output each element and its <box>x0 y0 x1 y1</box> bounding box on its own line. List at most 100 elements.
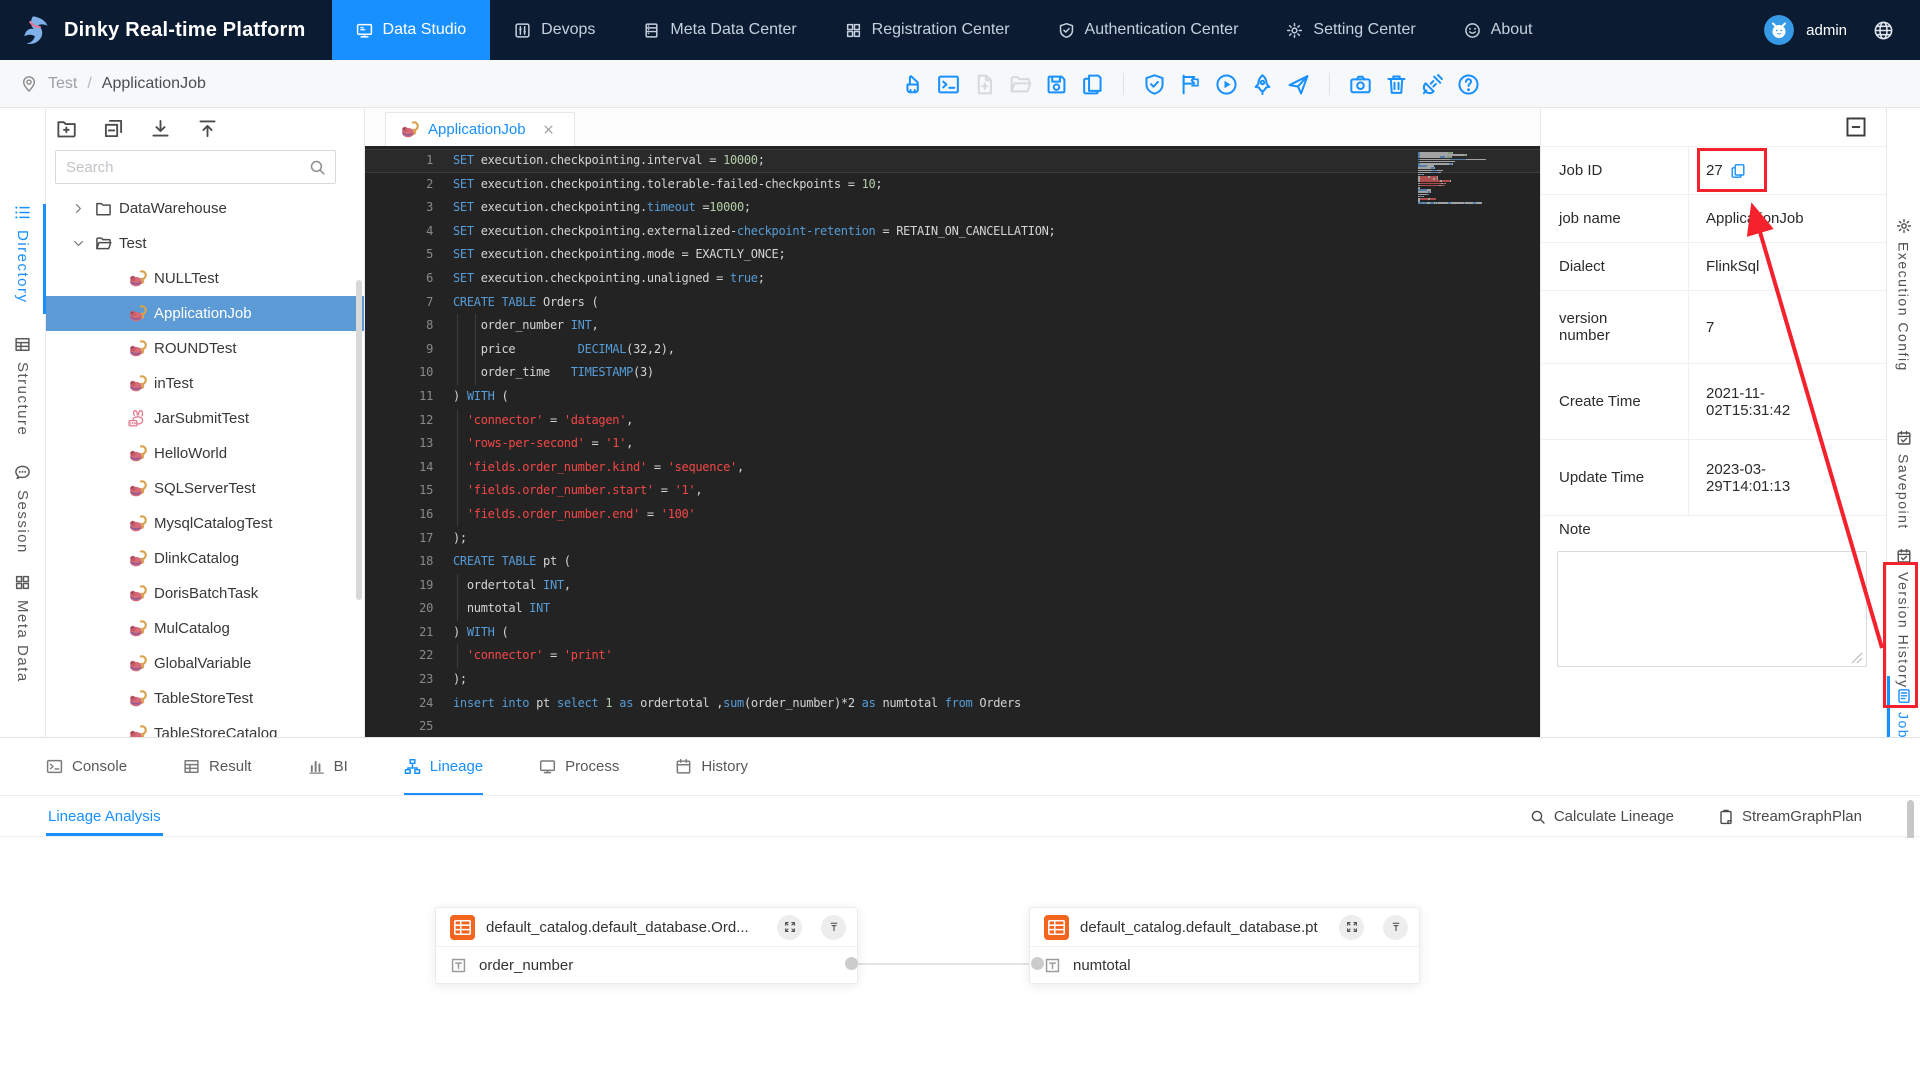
collapse-all-icon[interactable] <box>103 118 124 139</box>
tree-item-jarsubmittest[interactable]: JAR JarSubmitTest <box>46 401 364 436</box>
line-number: 20 <box>419 601 433 616</box>
tree-item-label: DataWarehouse <box>119 200 227 217</box>
rail-tab-structure[interactable]: Structure <box>0 336 45 436</box>
tab-lineage-analysis[interactable]: Lineage Analysis <box>46 797 163 836</box>
launch-icon[interactable] <box>1251 73 1274 96</box>
breadcrumb-job[interactable]: ApplicationJob <box>102 75 206 93</box>
code-text: CREATE TABLE pt ( <box>453 554 571 569</box>
snapshot-icon[interactable] <box>1349 73 1372 96</box>
edge-dot-target[interactable] <box>1031 957 1044 970</box>
nav-item-registration-center[interactable]: Registration Center <box>821 0 1034 60</box>
collapse-fields-button[interactable] <box>821 914 846 940</box>
tree-item-intest[interactable]: inTest <box>46 366 364 401</box>
api-icon[interactable] <box>1421 73 1444 96</box>
submit-icon[interactable] <box>1287 73 1310 96</box>
note-label: Note <box>1559 521 1591 538</box>
language-globe-icon[interactable] <box>1873 20 1894 41</box>
sql-editor[interactable]: 1 SET execution.checkpointing.interval = … <box>365 146 1540 737</box>
breadcrumb-folder[interactable]: Test <box>48 75 77 93</box>
lineage-field-order-number[interactable]: order_number <box>436 946 857 983</box>
line-number: 18 <box>419 554 433 569</box>
expand-arrows-icon <box>784 921 796 933</box>
expand-node-button[interactable] <box>1339 914 1364 940</box>
nav-right: admin <box>1764 15 1920 45</box>
panel-tab-savepoint[interactable]: Savepoint <box>1887 430 1920 530</box>
chevron-down-icon[interactable] <box>72 237 85 250</box>
bottom-tab-process[interactable]: Process <box>539 738 619 795</box>
upload-icon[interactable] <box>197 118 218 139</box>
nav-item-setting-center[interactable]: Setting Center <box>1262 0 1439 60</box>
bottom-tab-lineage[interactable]: Lineage <box>404 738 483 795</box>
lineage-node-orders[interactable]: default_catalog.default_database.Ord... o… <box>435 907 858 984</box>
tree-item-nulltest[interactable]: NULLTest <box>46 261 364 296</box>
tree-item-test[interactable]: Test <box>46 226 364 261</box>
console-icon[interactable] <box>937 73 960 96</box>
lineage-node-pt[interactable]: default_catalog.default_database.pt numto… <box>1029 907 1420 984</box>
chevron-right-icon[interactable] <box>72 202 85 215</box>
nav-item-meta-data-center[interactable]: Meta Data Center <box>619 0 820 60</box>
tree-item-mysqlcatalogtest[interactable]: MysqlCatalogTest <box>46 506 364 541</box>
run-icon[interactable] <box>1215 73 1238 96</box>
tree-item-helloworld[interactable]: HelloWorld <box>46 436 364 471</box>
tree-item-dorisbatchtask[interactable]: DorisBatchTask <box>46 576 364 611</box>
search-icon[interactable] <box>309 159 326 176</box>
bottom-tab-console[interactable]: Console <box>46 738 127 795</box>
clean-icon[interactable] <box>901 73 924 96</box>
editor-tab-applicationjob[interactable]: ApplicationJob <box>385 112 575 146</box>
search-input[interactable] <box>56 158 309 176</box>
tree-item-tablestoretest[interactable]: TableStoreTest <box>46 681 364 716</box>
lineage-canvas[interactable]: default_catalog.default_database.Ord... o… <box>0 838 1920 1080</box>
table2-icon <box>183 758 200 775</box>
flag-icon[interactable] <box>1179 73 1202 96</box>
line-number: 13 <box>419 436 433 451</box>
nav-item-label: Data Studio <box>382 21 467 38</box>
delete-icon[interactable] <box>1385 73 1408 96</box>
nav-item-authentication-center[interactable]: Authentication Center <box>1034 0 1263 60</box>
copy-icon[interactable] <box>1730 163 1746 179</box>
collapse-fields-button[interactable] <box>1383 914 1408 940</box>
tree-scrollbar[interactable] <box>356 280 362 600</box>
panel-tab-version-history[interactable]: Version History <box>1887 548 1920 689</box>
download-icon[interactable] <box>150 118 171 139</box>
edge-dot-source[interactable] <box>845 957 858 970</box>
tree-item-roundtest[interactable]: ROUNDTest <box>46 331 364 366</box>
new-folder-icon[interactable] <box>56 118 77 139</box>
nav-item-data-studio[interactable]: Data Studio <box>331 0 491 60</box>
close-tab-icon[interactable] <box>543 124 554 135</box>
note-textarea[interactable] <box>1557 551 1867 667</box>
rail-tab-meta-data[interactable]: Meta Data <box>0 574 45 683</box>
save-icon[interactable] <box>1045 73 1068 96</box>
tree-item-mulcatalog[interactable]: MulCatalog <box>46 611 364 646</box>
lineage-node-header[interactable]: default_catalog.default_database.pt <box>1030 908 1419 946</box>
tree-item-tablestorecatalog[interactable]: TableStoreCatalog <box>46 716 364 737</box>
brand[interactable]: Dinky Real-time Platform <box>0 0 332 60</box>
line-number: 12 <box>419 412 433 427</box>
validate-icon[interactable] <box>1143 73 1166 96</box>
nav-item-devops[interactable]: Devops <box>490 0 619 60</box>
panel-tab-execution-config[interactable]: Execution Config <box>1887 218 1920 372</box>
nav-item-about[interactable]: About <box>1440 0 1557 60</box>
editor-minimap[interactable] <box>1418 152 1530 207</box>
lineage-field-numtotal[interactable]: numtotal <box>1030 946 1419 983</box>
code-line-12: 12 'connector' = 'datagen', <box>365 408 1540 433</box>
rail-tab-session[interactable]: Session <box>0 464 45 554</box>
tree-item-datawarehouse[interactable]: DataWarehouse <box>46 191 364 226</box>
bottom-tab-result[interactable]: Result <box>183 738 252 795</box>
user-name[interactable]: admin <box>1806 22 1847 39</box>
tree-item-sqlservertest[interactable]: SQLServerTest <box>46 471 364 506</box>
action-streamgraphplan[interactable]: StreamGraphPlan <box>1718 808 1862 825</box>
avatar[interactable] <box>1764 15 1795 45</box>
export-icon[interactable] <box>1081 73 1104 96</box>
collapse-panel-icon[interactable] <box>1845 116 1867 138</box>
code-line-14: 14 'fields.order_number.kind' = 'sequenc… <box>365 455 1540 480</box>
help-icon[interactable] <box>1457 73 1480 96</box>
bottom-tab-history[interactable]: History <box>675 738 748 795</box>
action-calculate-lineage[interactable]: Calculate Lineage <box>1530 808 1674 825</box>
lineage-node-header[interactable]: default_catalog.default_database.Ord... <box>436 908 857 946</box>
rail-tab-directory[interactable]: Directory <box>0 204 45 304</box>
bottom-tab-bi[interactable]: BI <box>308 738 348 795</box>
tree-item-dlinkcatalog[interactable]: DlinkCatalog <box>46 541 364 576</box>
tree-item-applicationjob[interactable]: ApplicationJob <box>46 296 364 331</box>
tree-item-globalvariable[interactable]: GlobalVariable <box>46 646 364 681</box>
expand-node-button[interactable] <box>777 914 802 940</box>
